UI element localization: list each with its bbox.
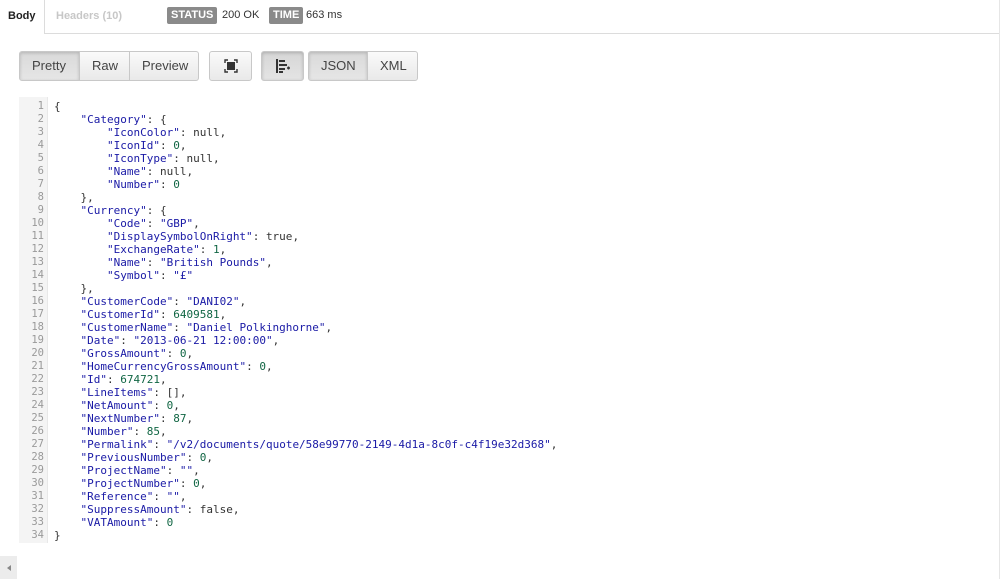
code-text: "CustomerCode": "DANI02",	[80, 295, 247, 308]
code-text: "NetAmount": 0,	[80, 399, 180, 412]
time-label-badge: TIME	[269, 7, 304, 24]
code-text: "LineItems": [],	[80, 386, 187, 399]
code-text: "ProjectNumber": 0,	[80, 477, 207, 490]
fullscreen-icon	[223, 59, 238, 73]
line-number: 31	[31, 490, 44, 502]
line-number: 1	[37, 100, 44, 112]
code-text: "SuppressAmount": false,	[80, 503, 240, 516]
code-text: "Id": 674721,	[80, 373, 167, 386]
code-text: "Number": 85,	[80, 425, 167, 438]
line-number: 17	[31, 308, 44, 320]
line-number: 14	[31, 269, 44, 281]
code-text: "PreviousNumber": 0,	[80, 451, 213, 464]
code-text: "Name": "British Pounds",	[106, 256, 273, 269]
code-text: {	[54, 100, 61, 113]
line-number: 28	[31, 451, 44, 463]
code-text: },	[54, 191, 94, 204]
line-number: 26	[31, 425, 44, 437]
status-label-badge: STATUS	[167, 7, 218, 24]
fullscreen-button[interactable]	[209, 51, 252, 81]
line-number: 30	[31, 477, 44, 489]
response-tab-bar: Body Headers (10) STATUS 200 OK TIME 663…	[0, 0, 999, 34]
code-text: "IconColor": null,	[106, 126, 227, 139]
code-text: "Date": "2013-06-21 12:00:00",	[80, 334, 280, 347]
line-number: 33	[31, 516, 44, 528]
status-value: 200 OK	[222, 9, 260, 21]
wrap-lines-icon	[275, 59, 290, 73]
line-number: 19	[31, 334, 44, 346]
xml-button[interactable]: XML	[368, 52, 417, 80]
time-value: 663 ms	[306, 9, 343, 21]
code-text: "Number": 0	[106, 178, 180, 191]
code-text: "CustomerName": "Daniel Polkinghorne",	[80, 321, 333, 334]
line-number: 27	[31, 438, 44, 450]
json-button[interactable]: JSON	[309, 52, 368, 80]
response-code-view[interactable]: 1 {2 "Category": { 3 "IconColor": null, 4 "…	[19, 97, 994, 547]
wrap-lines-button[interactable]	[261, 51, 304, 81]
right-divider	[999, 0, 1000, 579]
scroll-left-button[interactable]	[0, 556, 17, 579]
code-text: "IconType": null,	[106, 152, 220, 165]
line-number: 34	[31, 529, 44, 541]
line-number: 32	[31, 503, 44, 515]
line-number: 10	[31, 217, 44, 229]
line-number: 16	[31, 295, 44, 307]
code-text: "NextNumber": 87,	[80, 412, 194, 425]
line-number: 8	[37, 191, 44, 203]
tab-headers[interactable]: Headers (10)	[48, 0, 130, 33]
line-number: 20	[31, 347, 44, 359]
line-number: 23	[31, 386, 44, 398]
code-text: "DisplaySymbolOnRight": true,	[106, 230, 300, 243]
code-text: "GrossAmount": 0,	[80, 347, 194, 360]
raw-button[interactable]: Raw	[80, 52, 130, 80]
scroll-left-arrow-icon	[6, 564, 11, 571]
code-text: "Category": {	[80, 113, 167, 126]
code-text: "Name": null,	[106, 165, 194, 178]
line-number: 29	[31, 464, 44, 476]
line-number: 24	[31, 399, 44, 411]
code-text: "Symbol": "£"	[106, 269, 194, 282]
line-number: 6	[37, 165, 44, 177]
code-text: "ProjectName": "",	[80, 464, 200, 477]
code-text: },	[54, 282, 94, 295]
preview-button[interactable]: Preview	[130, 52, 198, 80]
tab-body[interactable]: Body	[0, 0, 45, 34]
line-number: 3	[37, 126, 44, 138]
code-text: "CustomerId": 6409581,	[80, 308, 227, 321]
line-number: 11	[31, 230, 44, 242]
line-number: 4	[37, 139, 44, 151]
line-number: 9	[37, 204, 44, 216]
line-number: 12	[31, 243, 44, 255]
line-number: 18	[31, 321, 44, 333]
line-number: 15	[31, 282, 44, 294]
code-text: "VATAmount": 0	[80, 516, 174, 529]
code-text: }	[54, 529, 61, 542]
line-number: 2	[37, 113, 44, 125]
pretty-button[interactable]: Pretty	[20, 52, 80, 80]
code-text: "Code": "GBP",	[106, 217, 200, 230]
code-text: "Reference": "",	[80, 490, 187, 503]
code-text: "Currency": {	[80, 204, 167, 217]
line-number: 13	[31, 256, 44, 268]
line-number: 7	[37, 178, 44, 190]
line-number: 22	[31, 373, 44, 385]
line-number: 25	[31, 412, 44, 424]
line-number: 5	[37, 152, 44, 164]
format-group: JSON XML	[308, 51, 418, 81]
line-number: 21	[31, 360, 44, 372]
view-mode-group: Pretty Raw Preview	[19, 51, 199, 81]
code-text: "IconId": 0,	[106, 139, 187, 152]
code-text: "HomeCurrencyGrossAmount": 0,	[80, 360, 273, 373]
code-text: "Permalink": "/v2/documents/quote/58e997…	[80, 438, 558, 451]
code-text: "ExchangeRate": 1,	[106, 243, 227, 256]
